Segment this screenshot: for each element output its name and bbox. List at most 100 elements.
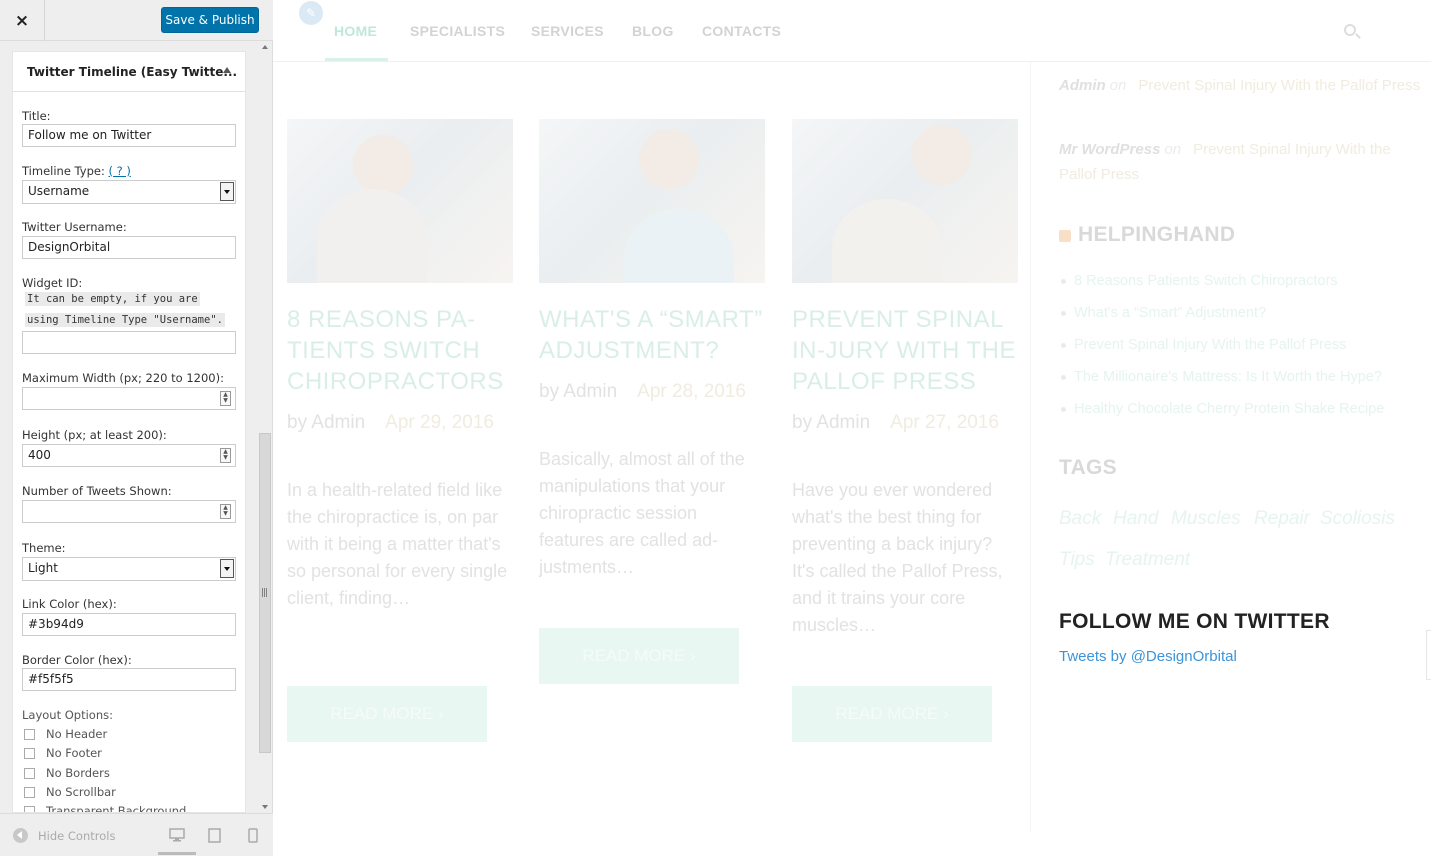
no-borders-checkbox[interactable]: No Borders — [24, 766, 110, 780]
scroll-up-icon[interactable] — [262, 45, 268, 49]
no-footer-label: No Footer — [46, 746, 102, 760]
number-stepper-icon[interactable]: ▲ ▼ — [220, 391, 231, 406]
active-device-indicator — [158, 852, 196, 855]
customizer-sidebar: × Save & Publish Twitter Timeline (Easy … — [0, 0, 273, 856]
tag-link[interactable]: Hand — [1113, 508, 1158, 530]
comment-post-link[interactable]: Prevent Spinal Injury With the Pallof Pr… — [1138, 77, 1420, 94]
no-scrollbar-checkbox[interactable]: No Scrollbar — [24, 785, 116, 799]
save-publish-button[interactable]: Save & Publish — [161, 7, 259, 33]
edge-tab — [1426, 630, 1431, 680]
post-card: PREVENT SPINAL IN-JURY WITH THE PALLOF P… — [792, 119, 1018, 742]
height-field[interactable]: 400 ▲ ▼ — [22, 444, 236, 467]
read-more-button[interactable]: READ MORE › — [539, 628, 739, 684]
post-image[interactable] — [792, 119, 1018, 283]
tablet-preview-icon[interactable] — [208, 828, 221, 843]
recent-comment: Admin on Prevent Spinal Injury With the Pa… — [1059, 73, 1421, 98]
rss-icon[interactable] — [1059, 230, 1071, 242]
number-stepper-icon[interactable]: ▲ ▼ — [220, 504, 231, 519]
post-image[interactable] — [539, 119, 765, 283]
checkbox-icon[interactable] — [24, 728, 35, 740]
nav-specialists[interactable]: SPECIALISTS — [410, 23, 505, 39]
tags-title: TAGS — [1059, 456, 1117, 479]
widget-panel: Twitter Timeline (Easy Twitte... Title: … — [12, 51, 246, 813]
theme-label: Theme: — [22, 541, 66, 555]
mobile-preview-icon[interactable] — [248, 828, 258, 843]
post-image[interactable] — [287, 119, 513, 283]
tweets-by-link[interactable]: Tweets by @DesignOrbital — [1059, 648, 1237, 665]
post-excerpt: Basically, almost all of the manipulatio… — [539, 449, 745, 577]
nav-services[interactable]: SERVICES — [531, 23, 604, 39]
helpinghand-item[interactable]: The Millionaire's Mattress: Is It Worth … — [1061, 369, 1382, 385]
close-icon[interactable]: × — [0, 0, 45, 41]
resize-grip-icon[interactable]: ||| — [261, 588, 268, 598]
title-field[interactable]: Follow me on Twitter — [22, 124, 236, 147]
post-excerpt: Have you ever wondered what's the best t… — [792, 480, 1003, 635]
post-card: WHAT'S A “SMART” ADJUSTMENT? by Admin Apr… — [539, 119, 765, 684]
post-title[interactable]: 8 REASONS PA-TIENTS SWITCH CHIROPRACTORS — [287, 304, 519, 397]
timeline-type-label: Timeline Type: ( ? ) — [22, 164, 131, 178]
tag-link[interactable]: Scoliosis — [1320, 508, 1395, 530]
desktop-preview-icon[interactable] — [169, 828, 185, 842]
comment-author[interactable]: Admin — [1059, 77, 1106, 94]
widget-panel-header[interactable]: Twitter Timeline (Easy Twitte... — [13, 52, 245, 92]
checkbox-icon[interactable] — [24, 786, 35, 798]
chevron-down-icon[interactable] — [220, 559, 234, 578]
post-author: by Admin — [539, 381, 618, 402]
helpinghand-item[interactable]: What's a “Smart” Adjustment? — [1061, 305, 1266, 321]
post-meta: by Admin Apr 29, 2016 — [287, 409, 494, 436]
username-field[interactable]: DesignOrbital — [22, 236, 236, 259]
nav-home[interactable]: HOME — [334, 23, 377, 39]
image-figure — [317, 189, 427, 283]
helpinghand-item[interactable]: Prevent Spinal Injury With the Pallof Pr… — [1061, 337, 1346, 353]
tag-link[interactable]: Treatment — [1105, 549, 1190, 571]
comment-on: on — [1164, 141, 1182, 158]
tweets-count-field[interactable]: ▲ ▼ — [22, 500, 236, 523]
nav-active-underline — [325, 58, 388, 61]
username-label: Twitter Username: — [22, 220, 127, 234]
read-more-button[interactable]: READ MORE › — [792, 686, 992, 742]
helpinghand-item[interactable]: Healthy Chocolate Cherry Protein Shake R… — [1061, 401, 1384, 417]
timeline-type-value: Username — [28, 184, 90, 198]
transparent-bg-checkbox[interactable]: Transparent Background — [24, 804, 186, 812]
timeline-type-help-link[interactable]: ( ? ) — [109, 164, 131, 178]
search-icon[interactable] — [1344, 24, 1356, 36]
image-figure — [624, 209, 734, 283]
post-title[interactable]: WHAT'S A “SMART” ADJUSTMENT? — [539, 304, 771, 366]
nav-blog[interactable]: BLOG — [632, 23, 674, 39]
no-footer-checkbox[interactable]: No Footer — [24, 746, 102, 760]
tag-link[interactable]: Muscles — [1171, 508, 1241, 530]
collapse-caret-icon[interactable] — [223, 67, 231, 73]
border-color-label: Border Color (hex): — [22, 653, 132, 667]
read-more-button[interactable]: READ MORE › — [287, 686, 487, 742]
scroll-down-icon[interactable] — [262, 805, 268, 809]
tag-link[interactable]: Tips — [1059, 549, 1095, 571]
hide-controls-button[interactable]: Hide Controls — [38, 829, 115, 843]
checkbox-icon[interactable] — [24, 805, 35, 812]
widget-id-field[interactable] — [22, 331, 236, 354]
timeline-type-select[interactable]: Username — [22, 180, 236, 204]
max-width-field[interactable]: ▲ ▼ — [22, 387, 236, 410]
theme-select[interactable]: Light — [22, 557, 236, 581]
chevron-down-icon[interactable] — [220, 182, 234, 201]
column-divider — [1030, 62, 1031, 832]
link-color-label: Link Color (hex): — [22, 597, 117, 611]
nav-contacts[interactable]: CONTACTS — [702, 23, 781, 39]
post-meta: by Admin Apr 28, 2016 — [539, 378, 746, 405]
post-title[interactable]: PREVENT SPINAL IN-JURY WITH THE PALLOF P… — [792, 304, 1024, 397]
read-more-label: READ MORE — [582, 646, 686, 665]
post-date: Apr 27, 2016 — [890, 412, 999, 433]
link-color-field[interactable]: #3b94d9 — [22, 613, 236, 636]
collapse-arrow-icon[interactable] — [13, 828, 28, 843]
border-color-field[interactable]: #f5f5f5 — [22, 668, 236, 691]
post-card: 8 REASONS PA-TIENTS SWITCH CHIROPRACTORS… — [287, 119, 513, 742]
tag-link[interactable]: Repair — [1254, 508, 1310, 530]
checkbox-icon[interactable] — [24, 767, 35, 779]
helpinghand-item[interactable]: 8 Reasons Patients Switch Chiropractors — [1061, 273, 1338, 289]
tag-link[interactable]: Back — [1059, 508, 1101, 530]
pencil-icon[interactable]: ✎ — [299, 1, 323, 25]
customizer-header: × Save & Publish — [0, 0, 273, 41]
no-header-checkbox[interactable]: No Header — [24, 727, 107, 741]
checkbox-icon[interactable] — [24, 747, 35, 759]
comment-author[interactable]: Mr WordPress — [1059, 141, 1160, 158]
number-stepper-icon[interactable]: ▲ ▼ — [220, 448, 231, 463]
